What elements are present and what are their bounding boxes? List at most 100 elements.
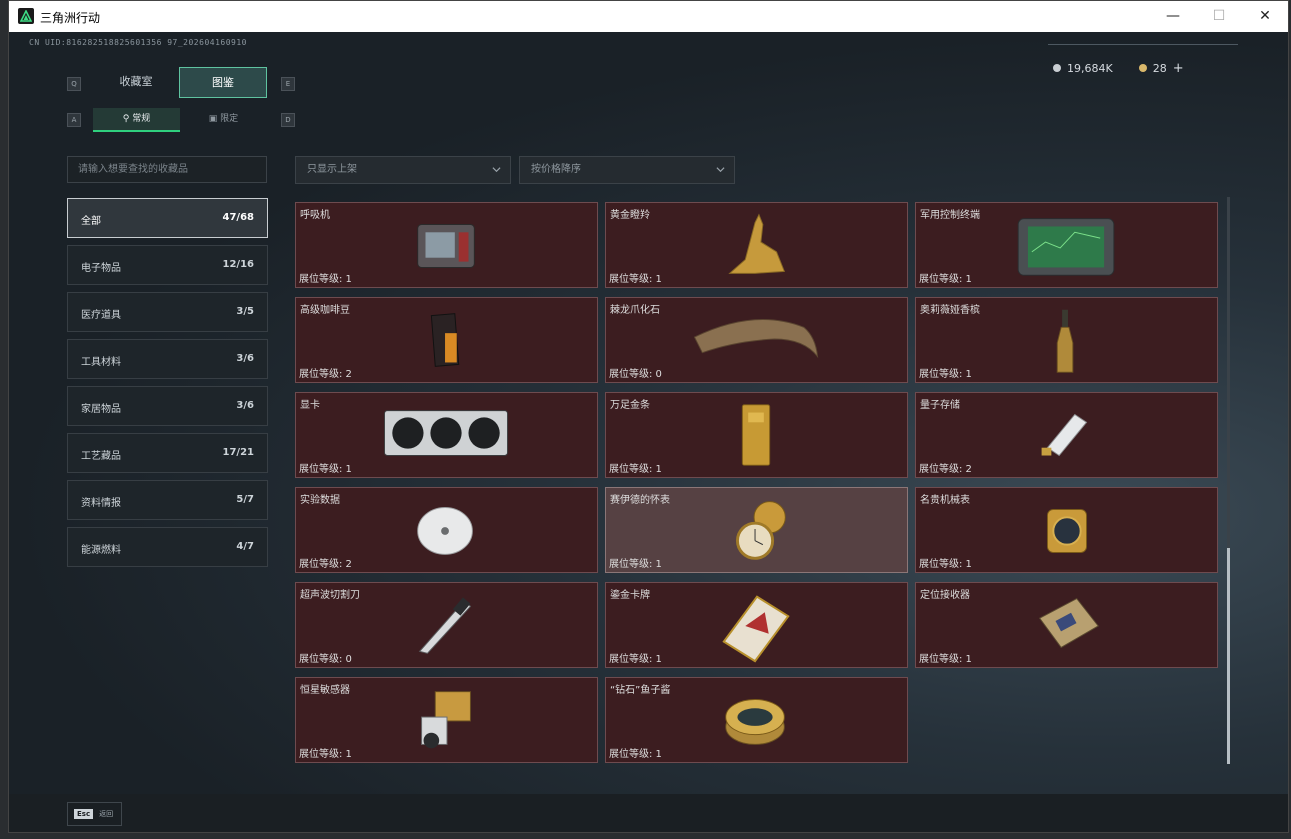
- item-level: 展位等级: 1: [609, 464, 662, 475]
- item-level: 展位等级: 1: [919, 274, 972, 285]
- item-name: 高级咖啡豆: [300, 305, 350, 316]
- item-name: 恒星敏感器: [300, 685, 350, 696]
- item-name: 棘龙爪化石: [610, 305, 660, 316]
- header-divider: [1048, 44, 1238, 45]
- item-name: 呼吸机: [300, 210, 330, 221]
- chevron-down-icon: [716, 167, 725, 173]
- grid-scrollbar[interactable]: [1227, 197, 1230, 764]
- app-window: 三角洲行动 — ☐ ✕ CN UID:816282518825601356 97…: [8, 0, 1289, 833]
- category-count: 5/7: [236, 494, 254, 505]
- sort-dropdown[interactable]: 按价格降序: [519, 156, 735, 184]
- item-card[interactable]: 棘龙爪化石 展位等级: 0: [605, 297, 908, 383]
- item-name: 量子存储: [920, 400, 960, 411]
- currency-bar: 19,684K 28 +: [1053, 56, 1208, 80]
- item-name: 奥莉薇娅香槟: [920, 305, 980, 316]
- category-name: 家居物品: [81, 404, 121, 415]
- category-list: 全部 47/68 电子物品 12/16 医疗道具 3/5 工具材料 3/6 家居物品 3/…: [67, 198, 268, 574]
- item-card[interactable]: 呼吸机 展位等级: 1: [295, 202, 598, 288]
- back-label: 返回: [99, 810, 114, 818]
- subtab-limited[interactable]: ▣ 限定: [180, 108, 267, 132]
- item-name: 定位接收器: [920, 590, 970, 601]
- title-bar: 三角洲行动 — ☐ ✕: [9, 1, 1288, 32]
- item-level: 展位等级: 1: [609, 749, 662, 760]
- add-currency-button[interactable]: +: [1173, 61, 1184, 76]
- key-hint-d: D: [281, 113, 295, 127]
- tab-catalog[interactable]: 图鉴: [179, 67, 267, 98]
- item-card[interactable]: 奥莉薇娅香槟 展位等级: 1: [915, 297, 1218, 383]
- shelf-filter-dropdown[interactable]: 只显示上架: [295, 156, 511, 184]
- item-level: 展位等级: 2: [299, 369, 352, 380]
- tab-collection-room[interactable]: 收藏室: [93, 67, 179, 98]
- bottom-bar: Esc 返回: [9, 794, 1288, 832]
- category-household[interactable]: 家居物品 3/6: [67, 386, 268, 426]
- item-name: 鎏金卡牌: [610, 590, 650, 601]
- back-button[interactable]: Esc 返回: [67, 802, 122, 826]
- chevron-down-icon: [492, 167, 501, 173]
- category-intel[interactable]: 资料情报 5/7: [67, 480, 268, 520]
- search-input[interactable]: 请输入想要查找的收藏品: [67, 156, 267, 183]
- key-hint-q: Q: [67, 77, 81, 91]
- item-card[interactable]: 量子存储 展位等级: 2: [915, 392, 1218, 478]
- item-card[interactable]: 赛伊德的怀表 展位等级: 1: [605, 487, 908, 573]
- item-card[interactable]: 军用控制终端 展位等级: 1: [915, 202, 1218, 288]
- item-card[interactable]: 黄金瞪羚 展位等级: 1: [605, 202, 908, 288]
- category-all[interactable]: 全部 47/68: [67, 198, 268, 238]
- category-count: 3/5: [236, 306, 254, 317]
- category-count: 4/7: [236, 541, 254, 552]
- item-level: 展位等级: 1: [919, 654, 972, 665]
- category-count: 3/6: [236, 400, 254, 411]
- shelf-filter-value: 只显示上架: [307, 164, 357, 175]
- scrollbar-thumb[interactable]: [1227, 548, 1230, 764]
- category-name: 工具材料: [81, 357, 121, 368]
- category-name: 工艺藏品: [81, 451, 121, 462]
- category-name: 医疗道具: [81, 310, 121, 321]
- item-card[interactable]: 定位接收器 展位等级: 1: [915, 582, 1218, 668]
- category-electronics[interactable]: 电子物品 12/16: [67, 245, 268, 285]
- category-tools[interactable]: 工具材料 3/6: [67, 339, 268, 379]
- item-name: 赛伊德的怀表: [610, 495, 670, 506]
- gem-amount: 28: [1152, 61, 1167, 75]
- maximize-button[interactable]: ☐: [1196, 1, 1242, 32]
- item-level: 展位等级: 1: [919, 559, 972, 570]
- limited-icon: ▣: [208, 114, 221, 124]
- game-viewport: CN UID:816282518825601356 97_20260416091…: [9, 32, 1288, 832]
- category-energy[interactable]: 能源燃料 4/7: [67, 527, 268, 567]
- item-card[interactable]: 超声波切割刀 展位等级: 0: [295, 582, 598, 668]
- minimize-button[interactable]: —: [1150, 1, 1196, 32]
- subtab-regular[interactable]: ⚲ 常规: [93, 108, 180, 132]
- item-level: 展位等级: 1: [609, 654, 662, 665]
- category-name: 电子物品: [81, 263, 121, 274]
- item-name: 显卡: [300, 400, 320, 411]
- item-card[interactable]: 高级咖啡豆 展位等级: 2: [295, 297, 598, 383]
- item-level: 展位等级: 2: [299, 559, 352, 570]
- item-level: 展位等级: 1: [299, 464, 352, 475]
- item-name: 实验数据: [300, 495, 340, 506]
- window-title: 三角洲行动: [40, 11, 101, 25]
- item-level: 展位等级: 1: [299, 274, 352, 285]
- coin-amount: 19,684K: [1067, 61, 1113, 75]
- item-level: 展位等级: 0: [609, 369, 662, 380]
- item-card[interactable]: 名贵机械表 展位等级: 1: [915, 487, 1218, 573]
- close-button[interactable]: ✕: [1242, 1, 1288, 32]
- item-card[interactable]: 鎏金卡牌 展位等级: 1: [605, 582, 908, 668]
- category-count: 12/16: [222, 259, 254, 270]
- category-name: 全部: [81, 216, 101, 227]
- key-hint-e: E: [281, 77, 295, 91]
- item-name: 军用控制终端: [920, 210, 980, 221]
- item-card[interactable]: 恒星敏感器 展位等级: 1: [295, 677, 598, 763]
- item-card[interactable]: 万足金条 展位等级: 1: [605, 392, 908, 478]
- category-medical[interactable]: 医疗道具 3/5: [67, 292, 268, 332]
- item-level: 展位等级: 2: [919, 464, 972, 475]
- category-count: 3/6: [236, 353, 254, 364]
- category-count: 17/21: [222, 447, 254, 458]
- item-card[interactable]: 实验数据 展位等级: 2: [295, 487, 598, 573]
- item-level: 展位等级: 1: [299, 749, 352, 760]
- item-card[interactable]: “钻石”鱼子酱 展位等级: 1: [605, 677, 908, 763]
- item-card[interactable]: 显卡 展位等级: 1: [295, 392, 598, 478]
- category-crafts[interactable]: 工艺藏品 17/21: [67, 433, 268, 473]
- app-logo-icon: [18, 8, 34, 24]
- item-level: 展位等级: 1: [609, 274, 662, 285]
- item-level: 展位等级: 0: [299, 654, 352, 665]
- item-name: 黄金瞪羚: [610, 210, 650, 221]
- key-hint-a: A: [67, 113, 81, 127]
